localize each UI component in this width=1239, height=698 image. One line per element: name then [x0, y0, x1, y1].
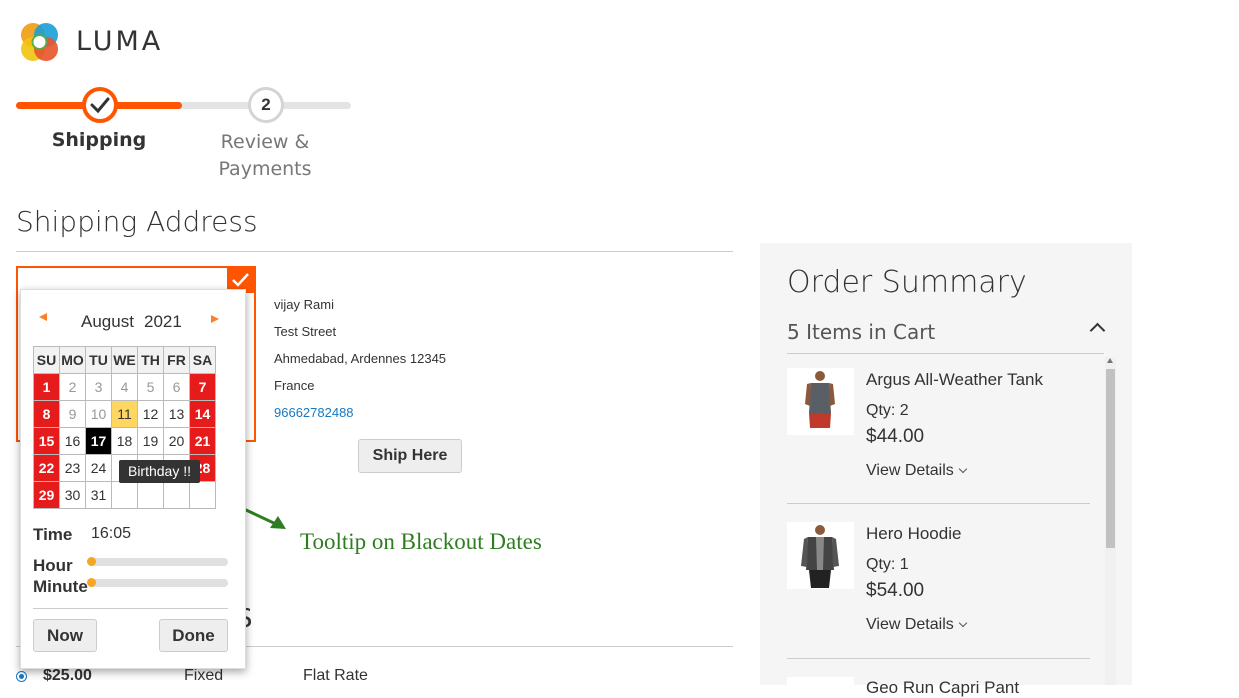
calendar-day-blackout: 15	[33, 427, 60, 455]
prev-month-icon[interactable]	[39, 313, 47, 321]
divider	[33, 608, 228, 609]
annotation-label: Tooltip on Blackout Dates	[300, 529, 542, 554]
step-review-label[interactable]: Review & Payments	[205, 129, 325, 183]
weekday-header: TU	[85, 346, 112, 374]
time-value: 16:05	[91, 525, 132, 542]
calendar-day-blackout: 1	[33, 373, 60, 401]
weekday-header: MO	[59, 346, 86, 374]
step-review-label-line2: Payments	[218, 158, 312, 180]
shipping-address-heading: Shipping Address	[16, 205, 258, 238]
address-phone-link[interactable]: 96662782488	[274, 399, 446, 426]
rate-carrier: Flat Rate	[303, 667, 368, 684]
product-tank-icon	[805, 371, 835, 428]
calendar-day-selected[interactable]: 17	[85, 427, 112, 455]
address-country: France	[274, 378, 315, 393]
product-hoodie-icon	[801, 525, 839, 588]
product-image-argus-tank	[787, 368, 854, 435]
weekday-header: SA	[189, 346, 216, 374]
items-in-cart-toggle[interactable]: 5 Items in Cart	[787, 320, 935, 344]
calendar-day-disabled: 4	[111, 373, 138, 401]
blackout-date-tooltip: Birthday !!	[119, 460, 200, 483]
divider	[787, 353, 1104, 354]
scroll-up-icon[interactable]	[1107, 358, 1113, 363]
minute-slider-handle[interactable]	[87, 578, 96, 587]
product-image-hero-hoodie	[787, 522, 854, 589]
calendar-day-blackout: 22	[33, 454, 60, 482]
calendar-day-blackout: 8	[33, 400, 60, 428]
hour-slider-track[interactable]	[88, 558, 228, 566]
time-label: Time	[33, 525, 73, 544]
calendar-day[interactable]: 30	[59, 481, 86, 509]
calendar-day[interactable]: 13	[163, 400, 190, 428]
calendar-day[interactable]: 16	[59, 427, 86, 455]
checkmark-icon	[90, 97, 110, 114]
calendar-day[interactable]: 12	[137, 400, 164, 428]
calendar-day-disabled: 9	[59, 400, 86, 428]
calendar-day-empty	[189, 481, 216, 509]
cart-scrollbar-thumb[interactable]	[1106, 369, 1115, 548]
step-review-label-line1: Review &	[220, 131, 310, 153]
weekday-header: FR	[163, 346, 190, 374]
calendar-day[interactable]: 23	[59, 454, 86, 482]
calendar-day-empty	[111, 481, 138, 509]
calendar-day[interactable]: 19	[137, 427, 164, 455]
item-price: $54.00	[866, 580, 925, 601]
divider	[787, 658, 1090, 659]
step-shipping-complete-icon	[82, 87, 118, 123]
item-name: Argus All-Weather Tank	[866, 370, 1044, 389]
calendar-day-blackout: 7	[189, 373, 216, 401]
calendar-day-disabled: 10	[85, 400, 112, 428]
calendar-day-disabled: 6	[163, 373, 190, 401]
address-name: vijay Rami	[274, 297, 334, 312]
hour-label: Hour	[33, 556, 73, 575]
calendar-day-blackout: 21	[189, 427, 216, 455]
weekday-header: SU	[33, 346, 60, 374]
calendar-day[interactable]: 24	[85, 454, 112, 482]
calendar-day-blackout: 14	[189, 400, 216, 428]
done-button[interactable]: Done	[159, 619, 228, 652]
item-name: Geo Run Capri Pant	[866, 678, 1020, 697]
calendar-day-blackout: 29	[33, 481, 60, 509]
divider	[16, 251, 733, 252]
calendar-day-disabled: 2	[59, 373, 86, 401]
calendar-day-disabled: 3	[85, 373, 112, 401]
calendar-day-today[interactable]: 11	[111, 400, 138, 428]
item-qty: Qty: 1	[866, 556, 909, 573]
datepicker-month: August	[81, 312, 134, 331]
now-button[interactable]: Now	[33, 619, 97, 652]
weekday-header: TH	[137, 346, 164, 374]
item-qty: Qty: 2	[866, 402, 909, 419]
rate-type: Fixed	[184, 667, 224, 684]
step-review-number[interactable]: 2	[248, 87, 284, 123]
datepicker-year: 2021	[144, 312, 182, 331]
product-image-geo-run-capri	[787, 677, 854, 685]
calendar-day-disabled: 5	[137, 373, 164, 401]
next-month-icon[interactable]	[211, 315, 219, 323]
calendar-day[interactable]: 20	[163, 427, 190, 455]
calendar-grid: SU MO TU WE TH FR SA 1 2 3 4 5 6 7 8 9 1…	[33, 346, 216, 509]
shipping-address-details: vijay Rami Test Street Ahmedabad, Ardenn…	[274, 291, 446, 426]
view-details-toggle[interactable]: View Details	[866, 616, 954, 634]
item-name: Hero Hoodie	[866, 524, 962, 543]
calendar-day[interactable]: 18	[111, 427, 138, 455]
minute-slider-track[interactable]	[88, 579, 228, 587]
calendar-day-empty	[137, 481, 164, 509]
address-street: Test Street	[274, 324, 337, 339]
view-details-toggle[interactable]: View Details	[866, 462, 954, 480]
address-city: Ahmedabad, Ardennes 12345	[274, 351, 447, 366]
weekday-header: WE	[111, 346, 138, 374]
rate-price: $25.00	[43, 667, 92, 684]
hour-slider-handle[interactable]	[87, 557, 96, 566]
step-shipping-label: Shipping	[51, 129, 147, 151]
calendar-day-empty	[163, 481, 190, 509]
calendar-day[interactable]: 31	[85, 481, 112, 509]
ship-here-button[interactable]: Ship Here	[358, 439, 462, 473]
brand-name[interactable]: LUMA	[76, 26, 163, 57]
minute-label: Minute	[33, 577, 88, 596]
item-price: $44.00	[866, 426, 925, 447]
flat-rate-radio[interactable]	[16, 671, 27, 682]
divider	[787, 503, 1090, 504]
order-summary-title: Order Summary	[787, 265, 1027, 300]
